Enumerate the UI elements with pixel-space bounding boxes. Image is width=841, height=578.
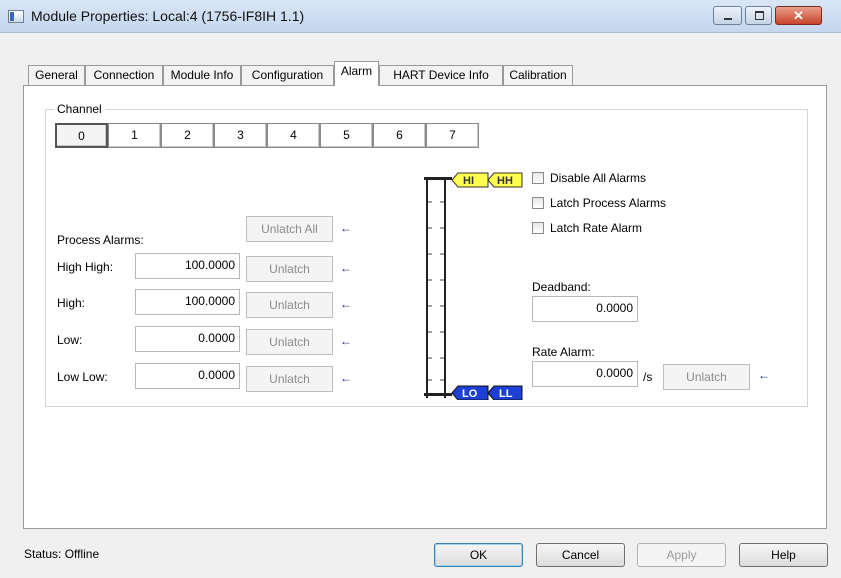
rate-alarm-arrow-icon: ← — [758, 368, 770, 382]
close-icon: ✕ — [793, 8, 804, 23]
high-high-label: High High: — [57, 260, 114, 274]
unlatch-all-button[interactable]: Unlatch All — [246, 216, 333, 242]
tab-general[interactable]: General — [28, 65, 85, 85]
tab-calibration[interactable]: Calibration — [503, 65, 573, 85]
tab-connection[interactable]: Connection — [85, 65, 163, 85]
hi-marker-label: HI — [463, 175, 474, 187]
high-high-arrow-icon: ← — [340, 261, 352, 275]
disable-all-alarms-label: Disable All Alarms — [550, 171, 647, 185]
rate-alarm-unit: /s — [643, 370, 653, 384]
scale-right-rail — [444, 178, 446, 398]
high-high-field[interactable]: 100.0000 — [135, 253, 240, 279]
channel-legend: Channel — [54, 102, 105, 116]
deadband-label: Deadband: — [532, 280, 591, 294]
low-low-unlatch-button[interactable]: Unlatch — [246, 366, 333, 392]
alarm-scale-graphic: HI HH LO LL — [424, 172, 523, 400]
maximize-button[interactable] — [745, 6, 772, 25]
latch-rate-alarm-checkbox[interactable] — [532, 222, 544, 234]
status-text: Status: Offline — [24, 547, 100, 561]
tab-alarm[interactable]: Alarm — [334, 61, 379, 86]
low-low-label: Low Low: — [57, 370, 108, 384]
title-bar: Module Properties: Local:4 (1756-IF8IH 1… — [0, 0, 841, 33]
hi-marker-icon: HI — [451, 172, 489, 188]
lo-marker-label: LO — [462, 388, 478, 400]
process-alarms-heading: Process Alarms: — [57, 233, 144, 247]
low-unlatch-button[interactable]: Unlatch — [246, 329, 333, 355]
close-button[interactable]: ✕ — [775, 6, 822, 25]
scale-top-bar — [424, 177, 452, 180]
high-high-unlatch-button[interactable]: Unlatch — [246, 256, 333, 282]
hh-marker-icon: HH — [487, 172, 523, 188]
window-icon — [8, 10, 24, 23]
high-unlatch-button[interactable]: Unlatch — [246, 292, 333, 318]
deadband-field[interactable]: 0.0000 — [532, 296, 638, 322]
latch-process-alarms-label: Latch Process Alarms — [550, 196, 667, 210]
high-arrow-icon: ← — [340, 297, 352, 311]
channel-4-button[interactable]: 4 — [267, 123, 320, 148]
channel-2-button[interactable]: 2 — [161, 123, 214, 148]
minimize-button[interactable] — [713, 6, 742, 25]
ok-button[interactable]: OK — [434, 543, 523, 567]
ll-marker-icon: LL — [487, 385, 523, 400]
help-button[interactable]: Help — [739, 543, 828, 567]
hh-marker-label: HH — [497, 175, 513, 187]
minimize-icon — [724, 18, 732, 20]
maximize-icon — [755, 11, 764, 20]
apply-button[interactable]: Apply — [637, 543, 726, 567]
ll-marker-label: LL — [499, 388, 513, 400]
low-low-arrow-icon: ← — [340, 371, 352, 385]
cancel-button[interactable]: Cancel — [536, 543, 625, 567]
rate-alarm-field[interactable]: 0.0000 — [532, 361, 638, 387]
low-low-field[interactable]: 0.0000 — [135, 363, 240, 389]
high-label: High: — [57, 296, 86, 310]
disable-all-alarms-checkbox[interactable] — [532, 172, 544, 184]
low-arrow-icon: ← — [340, 334, 352, 348]
channel-6-button[interactable]: 6 — [373, 123, 426, 148]
channel-7-button[interactable]: 7 — [426, 123, 479, 148]
scale-left-rail — [426, 178, 428, 398]
rate-alarm-unlatch-button[interactable]: Unlatch — [663, 364, 750, 390]
channel-3-button[interactable]: 3 — [214, 123, 267, 148]
channel-0-button[interactable]: 0 — [55, 123, 108, 148]
scale-bottom-bar — [424, 393, 452, 396]
scale-ticks — [428, 201, 444, 381]
low-label: Low: — [57, 333, 83, 347]
tab-configuration[interactable]: Configuration — [241, 65, 334, 85]
window-title: Module Properties: Local:4 (1756-IF8IH 1… — [31, 8, 305, 24]
low-field[interactable]: 0.0000 — [135, 326, 240, 352]
channel-1-button[interactable]: 1 — [108, 123, 161, 148]
tab-hart-device-info[interactable]: HART Device Info — [379, 65, 503, 85]
latch-rate-alarm-label: Latch Rate Alarm — [550, 221, 643, 235]
tab-module-info[interactable]: Module Info — [163, 65, 241, 85]
high-field[interactable]: 100.0000 — [135, 289, 240, 315]
lo-marker-icon: LO — [451, 385, 489, 400]
channel-5-button[interactable]: 5 — [320, 123, 373, 148]
latch-process-alarms-checkbox[interactable] — [532, 197, 544, 209]
rate-alarm-label: Rate Alarm: — [532, 345, 595, 359]
unlatch-all-arrow-icon: ← — [340, 221, 352, 235]
